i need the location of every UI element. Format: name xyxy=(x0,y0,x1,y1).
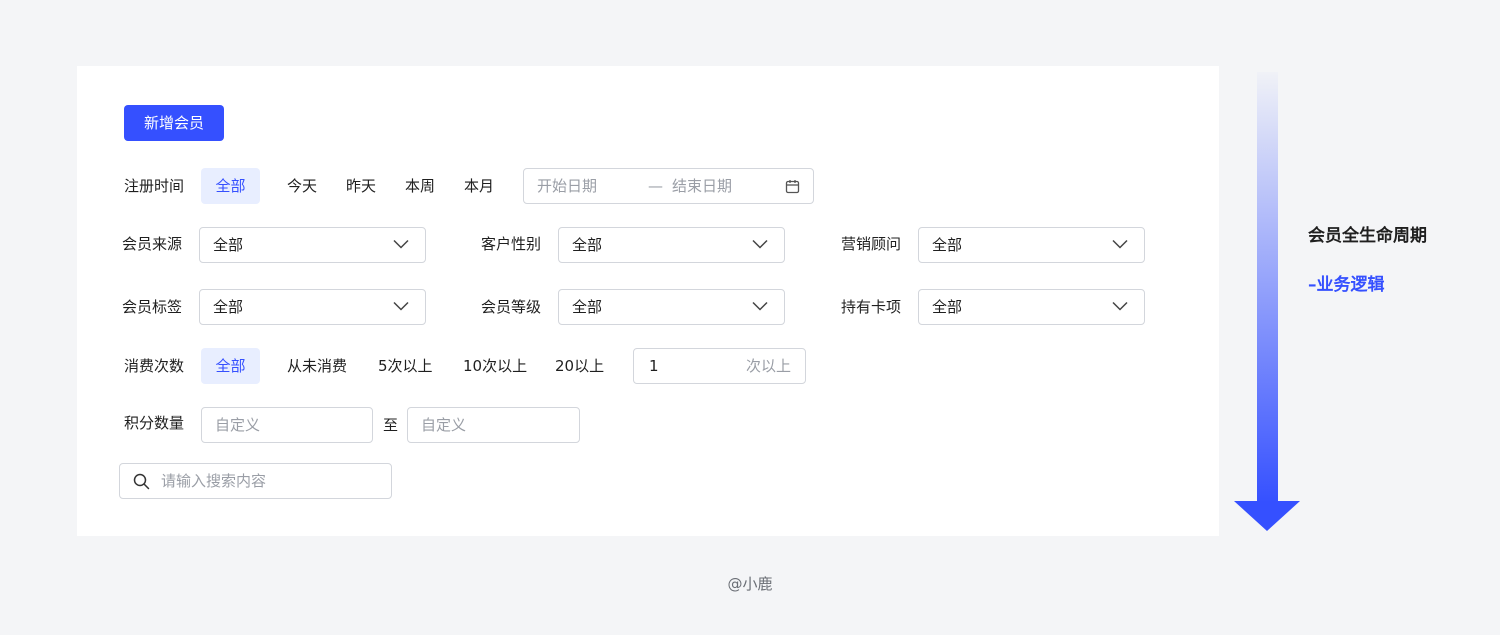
lifecycle-arrow-shaft xyxy=(1257,72,1278,504)
chevron-down-icon xyxy=(1112,239,1128,249)
register-time-option-week[interactable]: 本周 xyxy=(405,168,435,204)
member-tag-select[interactable]: 全部 xyxy=(199,289,426,325)
consume-option-20plus[interactable]: 20以上 xyxy=(555,348,604,384)
member-source-label: 会员来源 xyxy=(122,235,183,253)
points-max-input[interactable]: 自定义 xyxy=(407,407,580,443)
member-tag-value: 全部 xyxy=(213,298,244,316)
card-item-label: 持有卡项 xyxy=(841,298,902,316)
register-time-option-yesterday[interactable]: 昨天 xyxy=(346,168,376,204)
consume-count-value: 1 xyxy=(649,357,659,375)
end-date-input[interactable]: 结束日期 xyxy=(672,169,732,203)
side-title: 会员全生命周期 xyxy=(1308,226,1427,246)
points-min-input[interactable]: 自定义 xyxy=(201,407,373,443)
chevron-down-icon xyxy=(393,239,409,249)
member-level-select[interactable]: 全部 xyxy=(558,289,785,325)
chevron-down-icon xyxy=(1112,301,1128,311)
register-time-option-month[interactable]: 本月 xyxy=(464,168,494,204)
consume-count-suffix: 次以上 xyxy=(745,357,791,375)
customer-gender-value: 全部 xyxy=(572,236,603,254)
consume-count-label: 消费次数 xyxy=(124,357,185,375)
sales-advisor-select[interactable]: 全部 xyxy=(918,227,1145,263)
register-time-option-today[interactable]: 今天 xyxy=(287,168,317,204)
chevron-down-icon xyxy=(393,301,409,311)
consume-option-all[interactable]: 全部 xyxy=(201,348,260,384)
chevron-down-icon xyxy=(752,301,768,311)
member-level-value: 全部 xyxy=(572,298,603,316)
filter-panel: 新增会员 注册时间 全部 今天 昨天 本周 本月 开始日期 — 结束日期 会员来… xyxy=(77,66,1219,536)
search-input[interactable]: 请输入搜索内容 xyxy=(119,463,392,499)
lifecycle-arrow-head xyxy=(1234,501,1300,531)
consume-count-input[interactable]: 1 次以上 xyxy=(633,348,806,384)
chevron-down-icon xyxy=(752,239,768,249)
sales-advisor-value: 全部 xyxy=(932,236,963,254)
card-item-value: 全部 xyxy=(932,298,963,316)
consume-option-5plus[interactable]: 5次以上 xyxy=(378,348,433,384)
calendar-icon[interactable] xyxy=(785,179,800,194)
points-min-placeholder: 自定义 xyxy=(215,416,261,434)
points-to-label: 至 xyxy=(383,416,399,434)
member-level-label: 会员等级 xyxy=(481,298,542,316)
start-date-input[interactable]: 开始日期 xyxy=(537,169,597,203)
add-member-button[interactable]: 新增会员 xyxy=(124,105,224,141)
register-time-label: 注册时间 xyxy=(124,177,185,195)
search-placeholder: 请输入搜索内容 xyxy=(161,472,267,490)
points-label: 积分数量 xyxy=(124,414,185,432)
member-tag-label: 会员标签 xyxy=(122,298,183,316)
sales-advisor-label: 营销顾问 xyxy=(841,235,902,253)
side-subtitle: –业务逻辑 xyxy=(1308,275,1385,295)
customer-gender-label: 客户性别 xyxy=(481,235,542,253)
customer-gender-select[interactable]: 全部 xyxy=(558,227,785,263)
search-icon xyxy=(133,473,150,490)
card-item-select[interactable]: 全部 xyxy=(918,289,1145,325)
date-range-separator: — xyxy=(648,177,663,195)
consume-option-10plus[interactable]: 10次以上 xyxy=(463,348,527,384)
author-credit: @小鹿 xyxy=(727,575,773,593)
consume-option-never[interactable]: 从未消费 xyxy=(287,348,347,384)
points-max-placeholder: 自定义 xyxy=(421,416,467,434)
register-time-option-all[interactable]: 全部 xyxy=(201,168,260,204)
member-source-value: 全部 xyxy=(213,236,244,254)
date-range-picker[interactable]: 开始日期 — 结束日期 xyxy=(523,168,814,204)
member-source-select[interactable]: 全部 xyxy=(199,227,426,263)
